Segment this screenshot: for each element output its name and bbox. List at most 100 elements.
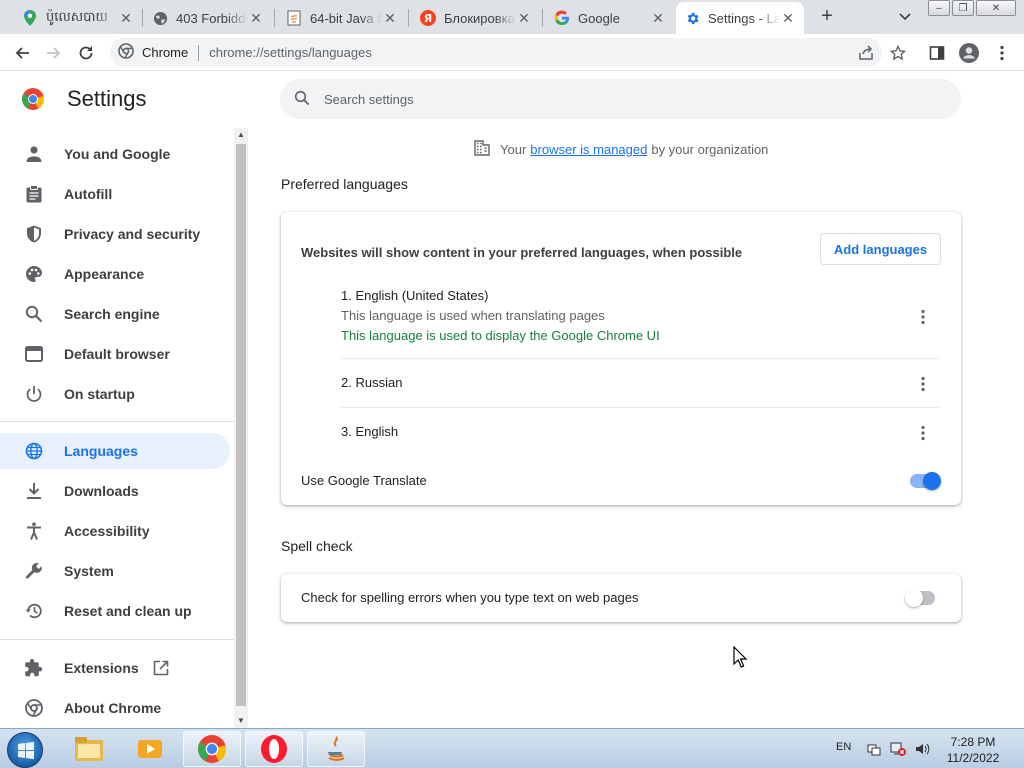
chrome-menu-icon[interactable] xyxy=(992,43,1012,63)
language-item: 1. English (United States) This language… xyxy=(341,286,939,346)
spell-check-toggle[interactable] xyxy=(905,588,939,608)
tab-settings[interactable]: Settings - Languages ✕ xyxy=(676,2,804,34)
sidebar-scrollbar[interactable]: ▲ ▼ xyxy=(234,128,248,728)
minimize-button[interactable]: – xyxy=(928,0,950,16)
tab-2[interactable]: 403 Forbidden ✕ xyxy=(144,2,272,34)
network-error-icon[interactable] xyxy=(890,741,906,757)
sidebar-item-label: Reset and clean up xyxy=(64,603,192,619)
sidebar-item-label: Autofill xyxy=(64,186,113,202)
sidebar-item-languages[interactable]: Languages xyxy=(0,433,230,469)
tab-divider xyxy=(274,9,275,27)
side-panel-icon[interactable] xyxy=(927,43,947,63)
google-translate-toggle[interactable] xyxy=(908,471,942,491)
search-icon xyxy=(294,90,310,109)
sidebar-item-about-chrome[interactable]: About Chrome xyxy=(0,690,230,726)
tab-5[interactable]: Google ✕ xyxy=(546,2,674,34)
close-tab-icon[interactable]: ✕ xyxy=(780,10,796,27)
tab-title: Google xyxy=(578,10,620,26)
keyboard-language[interactable]: EN xyxy=(836,741,851,753)
more-vert-icon[interactable] xyxy=(913,307,933,327)
omnibox-divider xyxy=(198,44,200,61)
language-name: 3. English xyxy=(341,424,399,439)
language-item: 3. English xyxy=(341,422,939,442)
sidebar-item-on-startup[interactable]: On startup xyxy=(0,376,230,412)
media-player-icon[interactable] xyxy=(121,731,179,767)
windows-start-button[interactable] xyxy=(7,732,43,768)
google-icon xyxy=(554,10,570,26)
sidebar-item-label: About Chrome xyxy=(64,700,162,716)
sidebar-divider xyxy=(0,421,234,422)
svg-text:Я: Я xyxy=(424,12,432,25)
sidebar-item-you-and-google[interactable]: You and Google xyxy=(0,136,230,172)
sidebar-item-extensions[interactable]: Extensions xyxy=(0,650,230,686)
address-bar[interactable]: Chrome chrome://settings/languages xyxy=(110,38,882,67)
browser-toolbar: Chrome chrome://settings/languages xyxy=(0,34,1024,71)
close-window-button[interactable]: ✕ xyxy=(976,0,1016,16)
sidebar-item-downloads[interactable]: Downloads xyxy=(0,473,230,509)
search-input[interactable] xyxy=(324,91,884,107)
tab-4[interactable]: Я Блокировка ✕ xyxy=(412,2,540,34)
language-item: 2. Russian xyxy=(341,373,939,393)
sidebar-item-privacy[interactable]: Privacy and security xyxy=(0,216,230,252)
tab-search-chevron-icon[interactable] xyxy=(897,8,913,24)
sidebar-item-appearance[interactable]: Appearance xyxy=(0,256,230,292)
sidebar-item-system[interactable]: System xyxy=(0,553,230,589)
sidebar-item-search-engine[interactable]: Search engine xyxy=(0,296,230,332)
chrome-logo-icon xyxy=(22,88,45,110)
person-icon xyxy=(24,144,44,164)
sidebar-item-reset[interactable]: Reset and clean up xyxy=(0,593,230,629)
java-icon[interactable] xyxy=(307,731,365,767)
back-arrow-icon[interactable] xyxy=(12,43,32,63)
sidebar-item-autofill[interactable]: Autofill xyxy=(0,176,230,212)
restore-button[interactable]: ❐ xyxy=(952,0,974,16)
close-tab-icon[interactable]: ✕ xyxy=(516,10,532,27)
scroll-down-arrow-icon[interactable]: ▼ xyxy=(234,714,248,728)
add-languages-button[interactable]: Add languages xyxy=(820,233,941,265)
toggle-knob xyxy=(905,589,923,607)
close-tab-icon[interactable]: ✕ xyxy=(248,10,264,27)
explorer-icon[interactable] xyxy=(60,731,118,767)
reload-icon[interactable] xyxy=(76,43,96,63)
open-in-new-icon xyxy=(153,660,169,676)
share-icon[interactable] xyxy=(856,43,876,63)
close-tab-icon[interactable]: ✕ xyxy=(650,10,666,27)
managed-prefix: Your xyxy=(500,141,527,157)
url-text[interactable]: chrome://settings/languages xyxy=(209,45,372,60)
sidebar-divider xyxy=(0,639,234,640)
close-tab-icon[interactable]: ✕ xyxy=(382,10,398,27)
settings-sidebar: You and Google Autofill Privacy and secu… xyxy=(0,128,234,728)
bookmark-star-icon[interactable] xyxy=(888,43,908,63)
opera-icon[interactable] xyxy=(245,731,303,767)
volume-icon[interactable] xyxy=(914,741,930,757)
sidebar-item-default-browser[interactable]: Default browser xyxy=(0,336,230,372)
languages-card: Websites will show content in your prefe… xyxy=(281,212,961,505)
sidebar-item-accessibility[interactable]: Accessibility xyxy=(0,513,230,549)
more-vert-icon[interactable] xyxy=(913,423,933,443)
close-tab-icon[interactable]: ✕ xyxy=(118,10,134,27)
sidebar-item-label: System xyxy=(64,563,114,579)
tab-title: 64-bit Java for Windows xyxy=(310,10,382,26)
windows-taskbar: EN 7:28 PM 11/2/2022 xyxy=(0,728,1024,768)
scrollbar-thumb[interactable] xyxy=(236,144,246,706)
tab-3[interactable]: 64-bit Java for Windows ✕ xyxy=(278,2,406,34)
shield-icon xyxy=(24,224,44,244)
taskbar-clock[interactable]: 7:28 PM 11/2/2022 xyxy=(938,734,1008,766)
globe-icon xyxy=(24,441,44,461)
accessibility-icon xyxy=(24,521,44,541)
sidebar-item-label: On startup xyxy=(64,386,135,402)
language-name: 2. Russian xyxy=(341,375,403,390)
browser-icon xyxy=(24,344,44,364)
settings-search[interactable] xyxy=(280,79,961,119)
forward-arrow-icon[interactable] xyxy=(44,43,64,63)
new-tab-button[interactable]: + xyxy=(816,5,838,27)
chrome-taskbar-icon[interactable] xyxy=(183,731,241,767)
managed-link[interactable]: browser is managed xyxy=(530,142,647,157)
toggle-knob xyxy=(923,472,941,490)
profile-avatar-icon[interactable] xyxy=(959,43,979,63)
scroll-up-arrow-icon[interactable]: ▲ xyxy=(234,128,248,142)
clock-time: 7:28 PM xyxy=(950,735,996,749)
chrome-icon xyxy=(24,698,44,718)
action-center-flag-icon[interactable] xyxy=(866,741,882,757)
more-vert-icon[interactable] xyxy=(913,374,933,394)
tab-1[interactable]: ប៉ូលេសបាយ ✕ xyxy=(14,2,142,34)
